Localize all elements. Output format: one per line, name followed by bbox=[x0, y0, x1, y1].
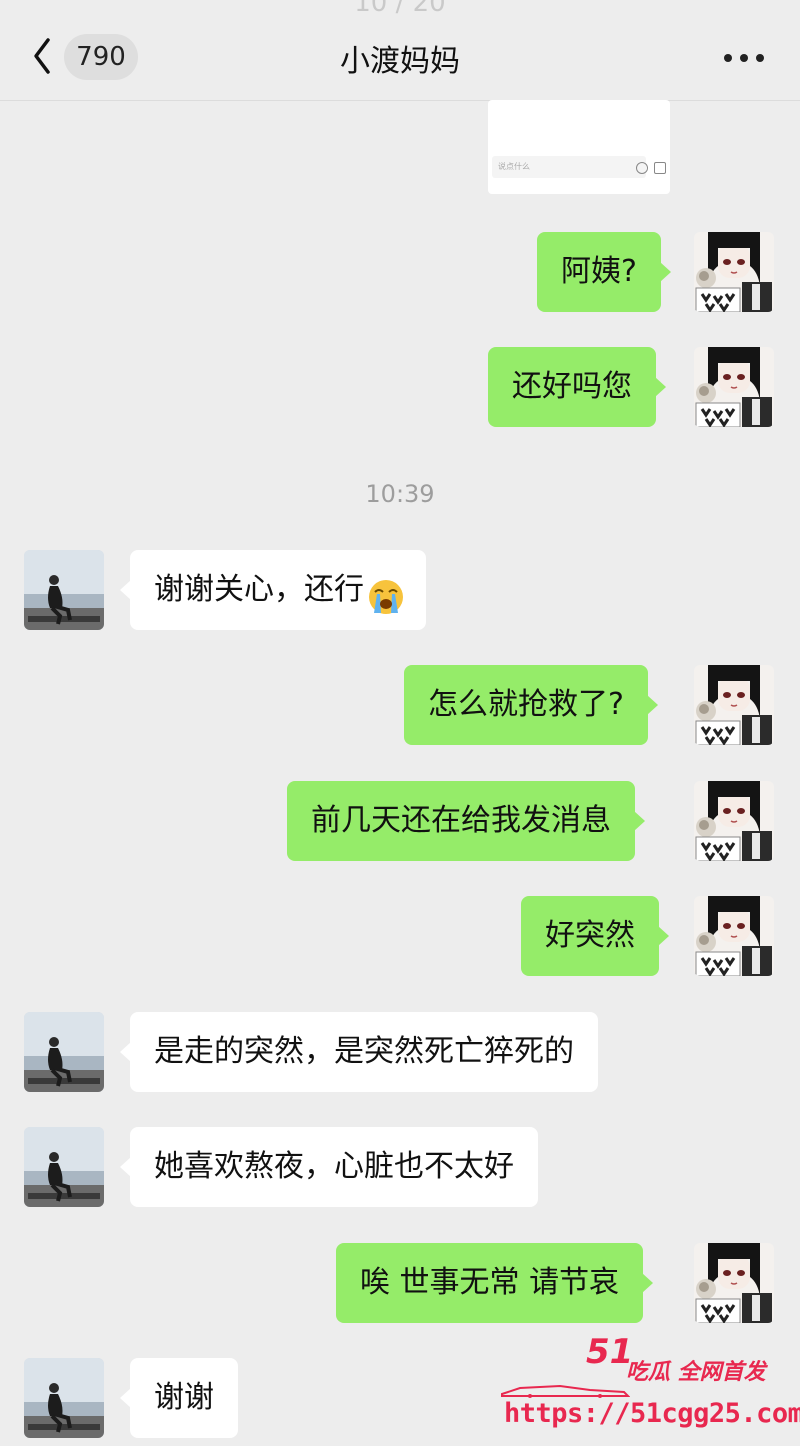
my-avatar[interactable] bbox=[694, 665, 774, 745]
contact-avatar[interactable] bbox=[24, 550, 104, 630]
incoming-message-bubble[interactable]: 谢谢关心，还行 bbox=[120, 550, 426, 630]
site-watermark: 51 吃瓜 全网首发 https://51cgg25.com bbox=[490, 1332, 800, 1446]
watermark-tagline: 吃瓜 全网首发 bbox=[626, 1360, 766, 1385]
incoming-message-bubble[interactable]: 谢谢 bbox=[120, 1358, 238, 1438]
outgoing-message-bubble[interactable]: 还好吗您 bbox=[488, 347, 666, 427]
my-avatar[interactable] bbox=[694, 232, 774, 312]
more-options-icon[interactable] bbox=[724, 52, 764, 64]
incoming-message-bubble[interactable]: 是走的突然，是突然死亡猝死的 bbox=[120, 1012, 598, 1092]
watermark-url: https://51cgg25.com bbox=[504, 1398, 800, 1429]
card-comment-input: 说点什么 bbox=[492, 156, 646, 178]
outgoing-message-bubble[interactable]: 唉 世事无常 请节哀 bbox=[336, 1243, 654, 1323]
outgoing-message-bubble[interactable]: 前几天还在给我发消息 bbox=[287, 781, 645, 861]
contact-avatar[interactable] bbox=[24, 1358, 104, 1438]
watermark-car-icon bbox=[501, 1384, 630, 1398]
image-icon bbox=[654, 162, 666, 174]
message-timestamp: 10:39 bbox=[365, 480, 435, 508]
my-avatar[interactable] bbox=[694, 781, 774, 861]
contact-avatar[interactable] bbox=[24, 1012, 104, 1092]
crying-face-emoji-icon bbox=[366, 568, 406, 614]
shared-screenshot-card[interactable]: 说点什么 bbox=[488, 100, 670, 194]
my-avatar[interactable] bbox=[694, 1243, 774, 1323]
outgoing-message-bubble[interactable]: 阿姨? bbox=[537, 232, 671, 312]
chat-header: 790 小渡妈妈 bbox=[0, 0, 800, 101]
incoming-message-bubble[interactable]: 她喜欢熬夜，心脏也不太好 bbox=[120, 1127, 538, 1207]
my-avatar[interactable] bbox=[694, 896, 774, 976]
contact-avatar[interactable] bbox=[24, 1127, 104, 1207]
outgoing-message-bubble[interactable]: 好突然 bbox=[521, 896, 669, 976]
outgoing-message-bubble[interactable]: 怎么就抢救了? bbox=[404, 665, 658, 745]
chat-title: 小渡妈妈 bbox=[340, 44, 460, 79]
emoji-icon bbox=[636, 162, 648, 174]
message-text: 谢谢关心，还行 bbox=[154, 572, 364, 607]
my-avatar[interactable] bbox=[694, 347, 774, 427]
